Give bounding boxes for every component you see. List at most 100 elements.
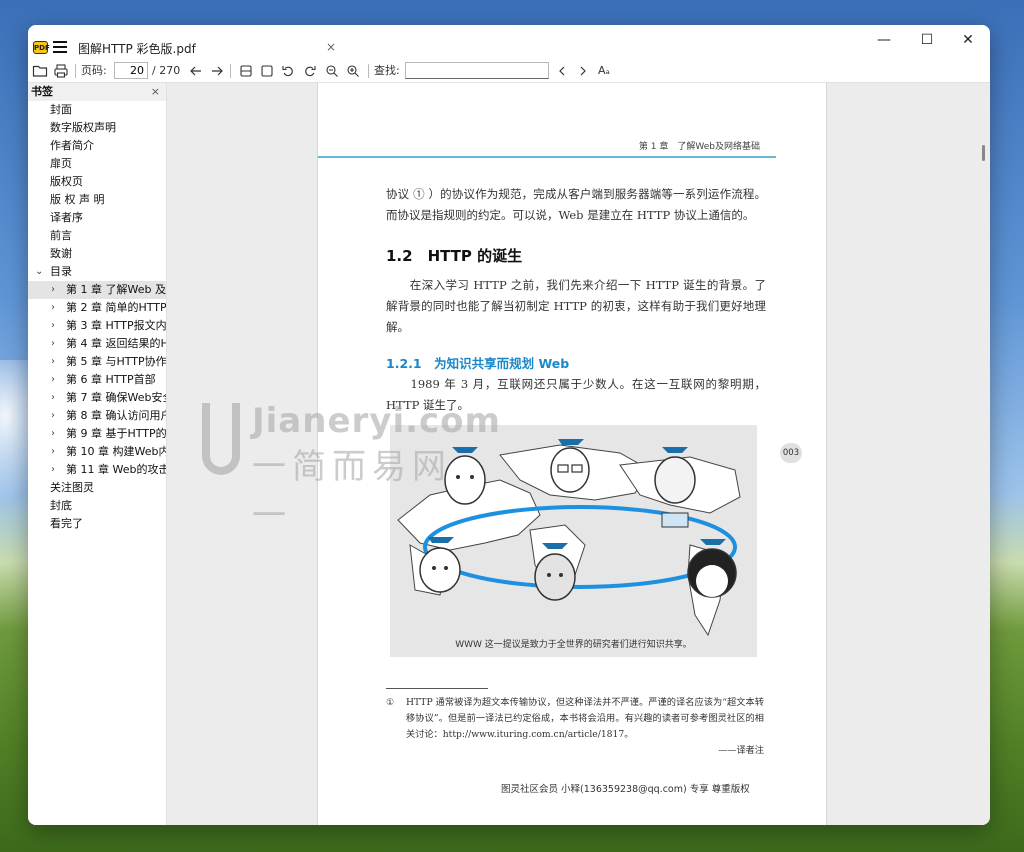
chevron-right-icon[interactable]: › — [51, 317, 55, 335]
tab-close-button[interactable]: × — [326, 40, 336, 54]
minimize-button[interactable]: — — [869, 31, 899, 51]
bookmark-item[interactable]: › 第 5 章 与HTTP协作 — [28, 353, 166, 371]
bookmark-item[interactable]: › 第 10 章 构建Web内 — [28, 443, 166, 461]
search-input[interactable] — [405, 62, 549, 79]
bookmark-item[interactable]: 版 权 声 明 — [28, 191, 166, 209]
chevron-down-icon[interactable]: ⌄ — [35, 263, 43, 281]
arrow-right-icon[interactable] — [210, 63, 224, 79]
chevron-right-icon[interactable]: › — [51, 299, 55, 317]
chevron-right-icon[interactable]: › — [51, 407, 55, 425]
www-illustration: WWW 这一提议是致力于全世界的研究者们进行知识共享。 — [390, 425, 757, 657]
chevron-right-icon[interactable]: › — [51, 281, 55, 299]
bookmark-item[interactable]: 译者序 — [28, 209, 166, 227]
tab-bar: PDF 图解HTTP 彩色版.pdf × — ☐ ✕ — [28, 25, 990, 59]
zoom-in-icon[interactable] — [346, 63, 360, 79]
fit-width-icon[interactable] — [239, 63, 253, 79]
bookmark-label: 前言 — [50, 229, 72, 242]
search-next-icon[interactable] — [576, 63, 590, 79]
bookmark-item[interactable]: 作者简介 — [28, 137, 166, 155]
page-number-input[interactable] — [114, 62, 148, 79]
bookmark-label: 第 6 章 HTTP首部 — [66, 373, 156, 386]
bookmarks-title: 书签 — [31, 85, 53, 98]
bookmarks-panel: 书签 × 封面数字版权声明 作者简介 扉页 版权页版 权 声 明译者序前言致谢 ⌄ 目录 ›… — [28, 83, 167, 825]
chevron-right-icon[interactable]: › — [51, 461, 55, 479]
bookmark-label: 第 7 章 确保Web安全 — [66, 391, 166, 404]
arrow-left-icon[interactable] — [189, 63, 203, 79]
bookmark-item[interactable]: › 第 7 章 确保Web安全 — [28, 389, 166, 407]
print-icon[interactable] — [53, 63, 69, 79]
bookmark-item[interactable]: › 第 4 章 返回结果的H — [28, 335, 166, 353]
rotate-left-icon[interactable] — [281, 63, 295, 79]
maximize-button[interactable]: ☐ — [912, 31, 942, 51]
world-map-illustration — [397, 439, 741, 637]
chevron-right-icon[interactable]: › — [51, 443, 55, 461]
bookmark-item[interactable]: › 第 2 章 简单的HTTP — [28, 299, 166, 317]
chevron-right-icon[interactable]: › — [51, 353, 55, 371]
subsection-heading: 1.2.1 为知识共享而规划 Web — [386, 356, 570, 371]
close-window-button[interactable]: ✕ — [953, 31, 983, 51]
pdf-reader-window: PDF 图解HTTP 彩色版.pdf × — ☐ ✕ 页码: / 270 — [28, 25, 990, 825]
bookmarks-header: 书签 × — [28, 83, 166, 101]
bookmark-label: 第 5 章 与HTTP协作 — [66, 355, 166, 368]
header-rule — [318, 156, 776, 158]
bookmark-item[interactable]: 前言 — [28, 227, 166, 245]
body-paragraph: 1989 年 3 月，互联网还只属于少数人。在这一互联网的黎明期，HTTP 诞生… — [386, 377, 766, 412]
bookmark-label: 关注图灵 — [50, 481, 94, 494]
pdf-app-icon[interactable]: PDF — [33, 41, 50, 54]
document-viewer[interactable]: 第 1 章 了解Web及网络基础 协议 ① ）的协议作为规范，完成从客户端到服务… — [167, 83, 990, 825]
chevron-right-icon[interactable]: › — [51, 371, 55, 389]
bookmark-item[interactable]: 版权页 — [28, 173, 166, 191]
bookmark-item[interactable]: › 第 9 章 基于HTTP的 — [28, 425, 166, 443]
rotate-right-icon[interactable] — [303, 63, 317, 79]
bookmark-label: 第 9 章 基于HTTP的 — [66, 427, 166, 440]
page-total: / 270 — [152, 64, 181, 77]
chevron-right-icon[interactable]: › — [51, 389, 55, 407]
toolbar-divider — [230, 64, 231, 78]
bookmark-label: 封面 — [50, 103, 72, 116]
bookmark-item[interactable]: 封面 — [28, 101, 166, 119]
body-paragraph: 在深入学习 HTTP 之前，我们先来介绍一下 HTTP 诞生的背景。了解背景的同… — [386, 278, 766, 334]
page-footer: 图灵社区会员 小释(136359238@qq.com) 专享 尊重版权 — [501, 784, 750, 795]
footnote-text: HTTP 通常被译为超文本传输协议，但这种译法并不严谨。严谨的译名应该为“超文本… — [406, 697, 764, 740]
chevron-right-icon[interactable]: › — [51, 425, 55, 443]
bookmark-item[interactable]: › 第 8 章 确认访问用户 — [28, 407, 166, 425]
bookmark-item[interactable]: ⌄ 目录 — [28, 263, 166, 281]
bookmark-item[interactable]: › 第 1 章 了解Web 及 — [28, 281, 166, 299]
document-tab-title[interactable]: 图解HTTP 彩色版.pdf — [78, 40, 196, 57]
body-paragraph: 协议 ① ）的协议作为规范，完成从客户端到服务器端等一系列运作流程。而协议是指规… — [386, 187, 766, 222]
fit-page-icon[interactable] — [260, 63, 274, 79]
search-prev-icon[interactable] — [555, 63, 569, 79]
section-heading: 1.2 HTTP 的诞生 — [386, 247, 523, 265]
footnote-rule — [386, 688, 488, 689]
chevron-right-icon[interactable]: › — [51, 335, 55, 353]
bookmark-item[interactable]: 关注图灵 — [28, 479, 166, 497]
bookmarks-close-button[interactable]: × — [151, 83, 160, 101]
bookmark-label: 封底 — [50, 499, 72, 512]
bookmark-label: 看完了 — [50, 517, 83, 530]
zoom-out-icon[interactable] — [325, 63, 339, 79]
bookmark-label: 致谢 — [50, 247, 72, 260]
chapter-running-header: 第 1 章 了解Web及网络基础 — [638, 142, 760, 152]
toolbar-divider — [75, 64, 76, 78]
bookmark-list: 封面数字版权声明 作者简介 扉页 版权页版 权 声 明译者序前言致谢 ⌄ 目录 › 第 1 章… — [28, 101, 166, 533]
open-folder-icon[interactable] — [32, 63, 48, 79]
bookmark-item[interactable]: › 第 3 章 HTTP报文内 — [28, 317, 166, 335]
bookmark-label: 版 权 声 明 — [50, 193, 105, 206]
bookmark-label: 第 8 章 确认访问用户 — [66, 409, 166, 422]
bookmark-item[interactable]: › 第 6 章 HTTP首部 — [28, 371, 166, 389]
bookmark-label: 第 4 章 返回结果的H — [66, 337, 166, 350]
hamburger-menu-icon[interactable] — [53, 41, 67, 54]
bookmark-item[interactable]: 数字版权声明 — [28, 119, 166, 137]
bookmark-label: 第 11 章 Web的攻击 — [66, 463, 166, 476]
pdf-page: 第 1 章 了解Web及网络基础 协议 ① ）的协议作为规范，完成从客户端到服务… — [317, 83, 827, 825]
footnote-signature: ——译者注 — [718, 745, 764, 756]
match-case-icon[interactable]: Aₐ — [598, 63, 610, 79]
bookmark-item[interactable]: › 第 11 章 Web的攻击 — [28, 461, 166, 479]
bookmark-label: 第 2 章 简单的HTTP — [66, 301, 166, 314]
bookmark-label: 目录 — [50, 265, 72, 278]
bookmark-item[interactable]: 致谢 — [28, 245, 166, 263]
vertical-scrollbar[interactable] — [982, 145, 985, 161]
bookmark-item[interactable]: 扉页 — [28, 155, 166, 173]
bookmark-item[interactable]: 看完了 — [28, 515, 166, 533]
bookmark-item[interactable]: 封底 — [28, 497, 166, 515]
